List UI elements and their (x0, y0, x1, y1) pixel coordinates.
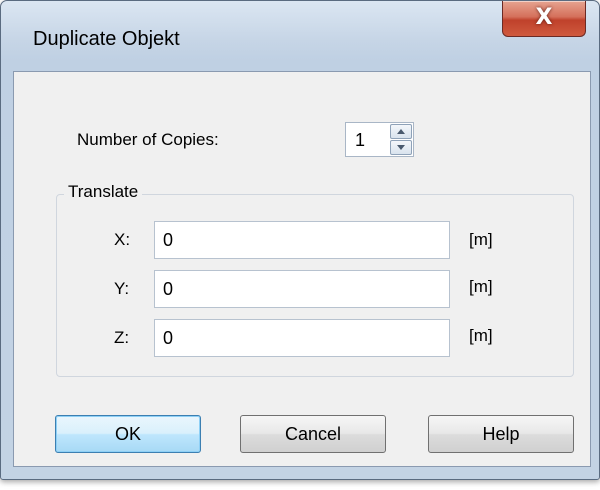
spinner-arrows (390, 124, 412, 155)
close-button[interactable]: X (502, 1, 586, 37)
dialog-window: Duplicate Objekt X Number of Copies: 1 T… (0, 0, 600, 480)
cancel-button[interactable]: Cancel (240, 415, 386, 453)
title-bar[interactable]: Duplicate Objekt X (1, 1, 599, 63)
x-label: X: (114, 230, 131, 249)
window-title: Duplicate Objekt (33, 28, 180, 50)
ok-button[interactable]: OK (55, 415, 201, 453)
chevron-up-icon (397, 129, 405, 134)
number-of-copies-value[interactable]: 1 (355, 130, 365, 151)
z-field[interactable] (154, 319, 450, 357)
x-field[interactable] (154, 221, 450, 259)
translate-group-label: Translate (64, 182, 143, 202)
number-of-copies-label: Number of Copies: (77, 130, 219, 149)
spinner-up-button[interactable] (390, 124, 412, 139)
z-unit: [m] (469, 326, 493, 345)
chevron-down-icon (397, 145, 405, 150)
x-unit: [m] (469, 230, 493, 249)
dialog-content: Number of Copies: 1 Translate X: [m] Y: … (13, 71, 591, 467)
close-icon: X (535, 5, 553, 30)
y-unit: [m] (469, 277, 493, 296)
help-button[interactable]: Help (428, 415, 574, 453)
number-of-copies-spinner[interactable]: 1 (345, 122, 414, 157)
y-field[interactable] (154, 270, 450, 308)
spinner-down-button[interactable] (390, 140, 412, 155)
y-label: Y: (114, 279, 130, 298)
z-label: Z: (114, 328, 130, 347)
